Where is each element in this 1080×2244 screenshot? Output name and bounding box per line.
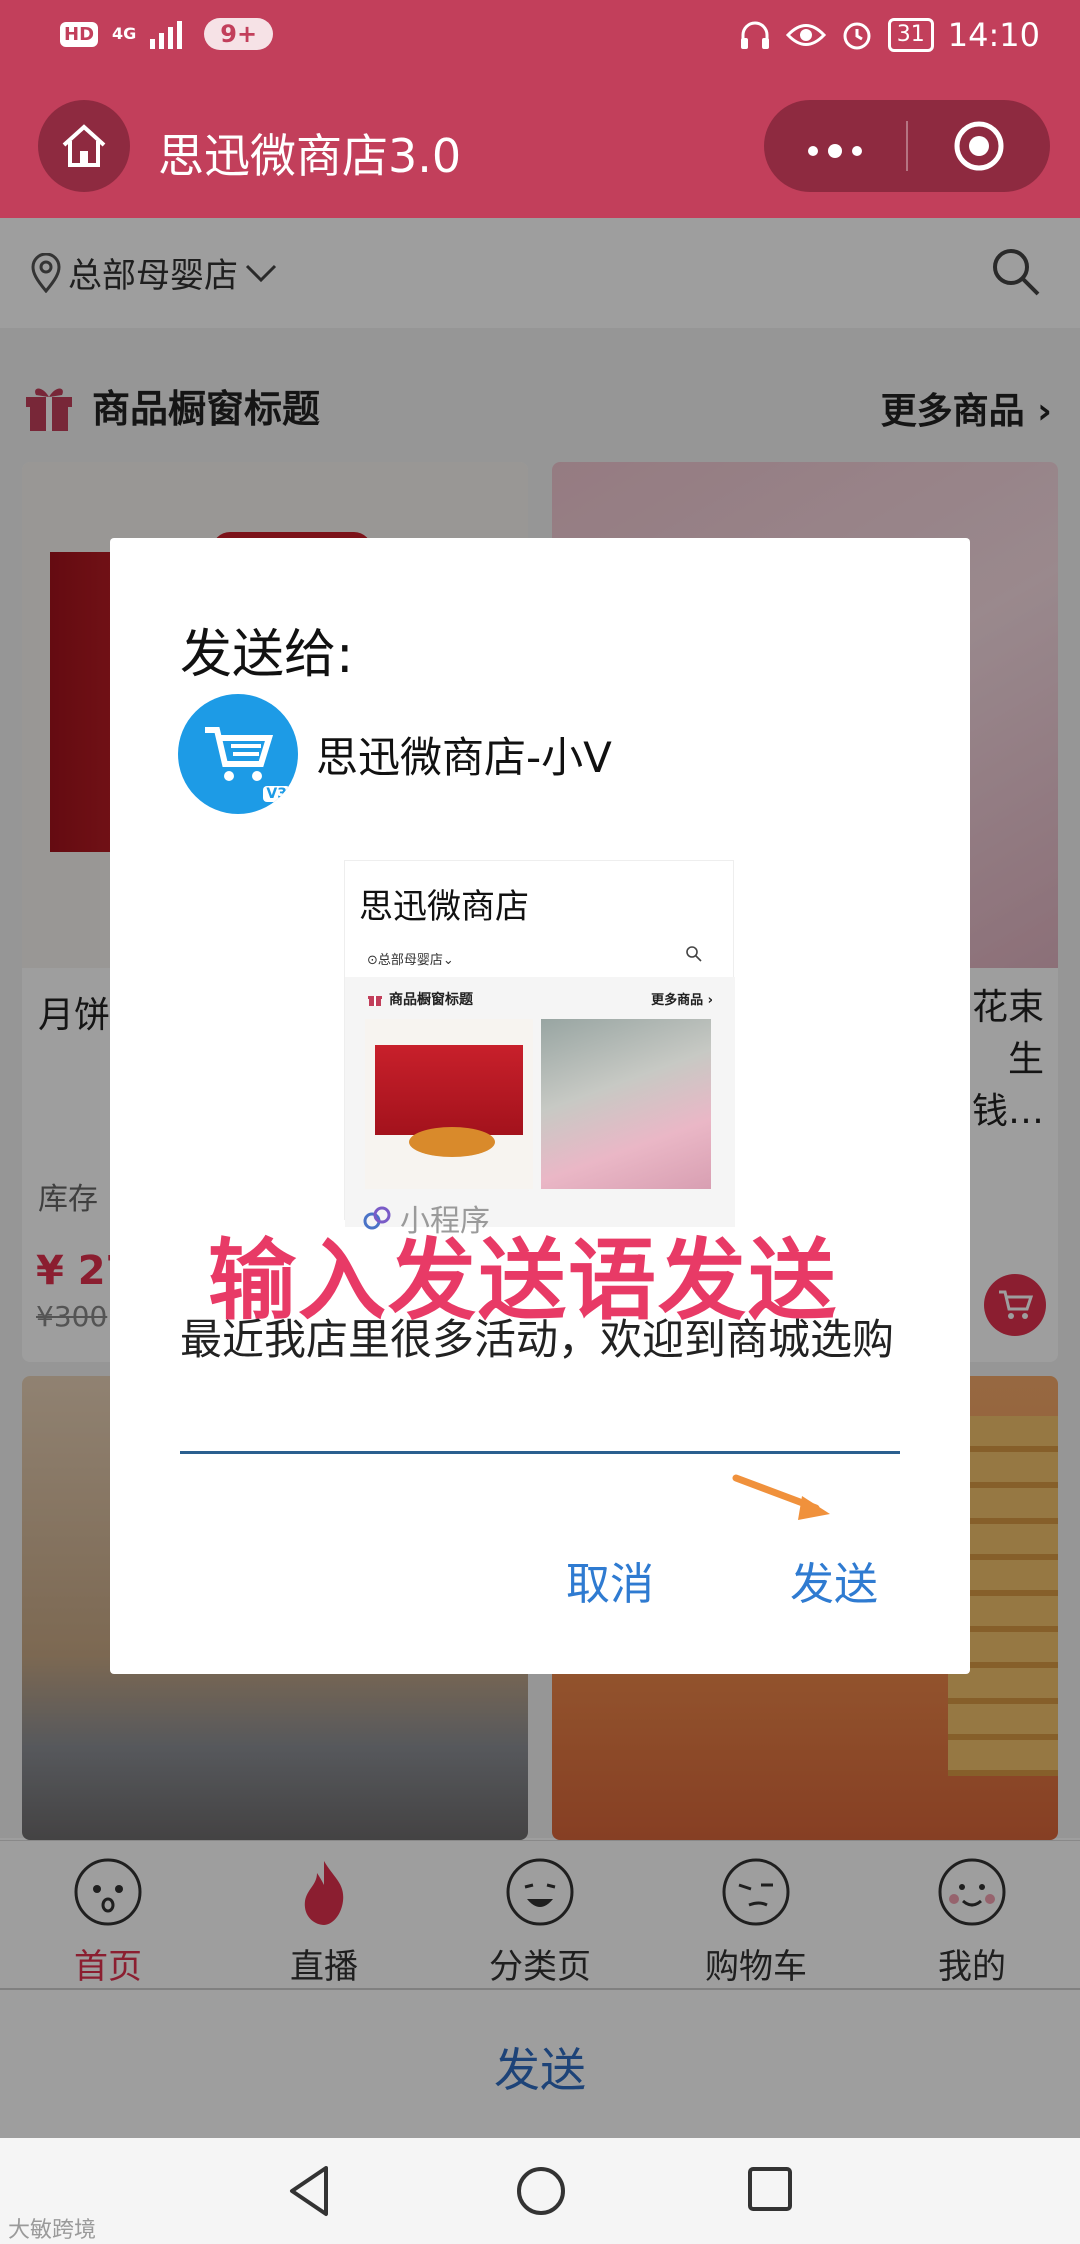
mini-program-capsule bbox=[764, 100, 1050, 192]
cancel-button[interactable]: 取消 bbox=[566, 1548, 654, 1612]
back-triangle-icon[interactable] bbox=[286, 2164, 336, 2218]
close-button[interactable] bbox=[908, 119, 1050, 173]
recipient-name: 思迅微商店-小V bbox=[316, 732, 612, 782]
notification-count-badge: 9+ bbox=[204, 18, 274, 50]
more-dots-icon bbox=[808, 144, 862, 158]
app-title: 思迅微商店3.0 bbox=[158, 129, 462, 183]
status-bar: HD 4G 9+ 31 14:10 bbox=[0, 0, 1080, 78]
home-icon bbox=[62, 124, 106, 167]
alarm-icon bbox=[843, 22, 871, 50]
preview-section-label: 商品橱窗标题 bbox=[389, 992, 473, 1008]
hd-badge: HD bbox=[60, 21, 99, 47]
preview-section-title: 商品橱窗标题 bbox=[367, 989, 473, 1009]
preview-location-text: 总部母婴店 bbox=[377, 953, 443, 968]
share-dialog: 发送给: V3 思迅微商店-小V 思迅微商店 ⊙总部母婴店⌄ 商品橱窗标题 更多… bbox=[110, 538, 970, 1674]
headphones-icon bbox=[740, 21, 769, 49]
status-left: HD 4G 9+ bbox=[60, 18, 274, 50]
recipient: V3 思迅微商店-小V bbox=[178, 694, 612, 814]
preview-more: 更多商品 › bbox=[651, 993, 713, 1008]
send-button[interactable]: 发送 bbox=[790, 1548, 878, 1612]
shopping-cart-icon bbox=[205, 727, 274, 781]
mini-program-preview-card: 思迅微商店 ⊙总部母婴店⌄ 商品橱窗标题 更多商品 › bbox=[344, 860, 735, 1227]
preview-box-shape bbox=[375, 1045, 523, 1135]
arrow-annotation-icon bbox=[732, 1474, 830, 1520]
preview-cake-shape bbox=[409, 1127, 495, 1157]
preview-flower-image bbox=[541, 1019, 711, 1189]
battery-indicator: 31 bbox=[887, 18, 934, 52]
watermark: 大敏跨境 bbox=[8, 2218, 97, 2243]
preview-location: ⊙总部母婴店⌄ bbox=[367, 953, 454, 968]
dialog-heading: 发送给: bbox=[180, 625, 354, 685]
preview-title: 思迅微商店 bbox=[359, 887, 529, 927]
message-input[interactable]: 最近我店里很多活动，欢迎到商城选购 bbox=[180, 1308, 900, 1454]
message-text: 最近我店里很多活动，欢迎到商城选购 bbox=[180, 1315, 895, 1364]
avatar: V3 bbox=[178, 694, 298, 814]
preview-mooncake-image bbox=[365, 1019, 533, 1189]
home-circle-icon[interactable] bbox=[514, 2164, 568, 2218]
clock: 14:10 bbox=[947, 16, 1040, 54]
avatar-version-tag: V3 bbox=[263, 786, 290, 802]
status-right: 31 14:10 bbox=[738, 16, 1040, 54]
gift-icon bbox=[368, 996, 382, 1006]
preview-section: 商品橱窗标题 更多商品 › bbox=[345, 977, 735, 1227]
preview-more-label: 更多商品 bbox=[651, 993, 704, 1008]
eye-icon bbox=[785, 24, 826, 46]
system-nav-bar bbox=[0, 2138, 1080, 2244]
preview-search-icon bbox=[686, 946, 702, 962]
signal-icon bbox=[150, 21, 183, 49]
target-close-icon bbox=[954, 121, 1004, 171]
recents-square-icon[interactable] bbox=[746, 2164, 794, 2214]
home-button[interactable] bbox=[38, 100, 130, 192]
app-header: 思迅微商店3.0 bbox=[0, 78, 1080, 218]
more-button[interactable] bbox=[764, 123, 906, 169]
network-indicator: 4G bbox=[112, 24, 137, 43]
